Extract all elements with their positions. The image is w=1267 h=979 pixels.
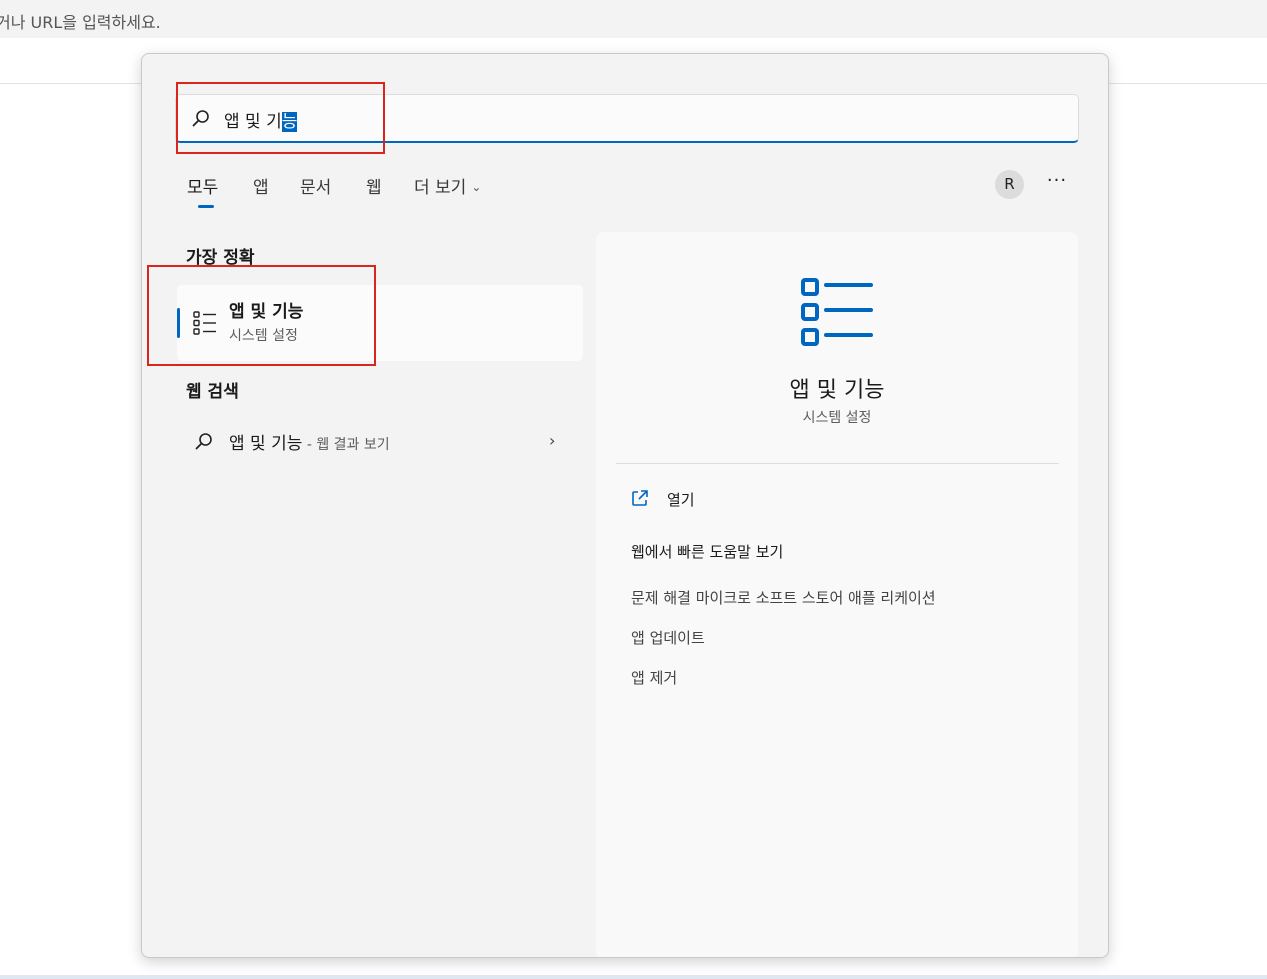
detail-divider xyxy=(616,463,1059,464)
tab-documents[interactable]: 문서 xyxy=(300,173,331,198)
web-search-suffix: - 웹 결과 보기 xyxy=(302,437,390,453)
chevron-right-icon: › xyxy=(549,431,556,450)
quick-link-uninstall[interactable]: 앱 제거 xyxy=(631,667,677,688)
highlight-box-search xyxy=(176,82,385,154)
web-search-heading: 웹 검색 xyxy=(186,382,239,402)
bottom-edge xyxy=(0,975,1267,979)
tab-apps[interactable]: 앱 xyxy=(253,173,269,198)
detail-pane: 앱 및 기능 시스템 설정 열기 웹에서 빠른 도움말 보기 문제 해결 마이크… xyxy=(596,232,1078,957)
tab-more[interactable]: 더 보기 ⌄ xyxy=(414,173,481,198)
search-panel: 앱 및 기능 모두 앱 문서 웹 더 보기 ⌄ R ··· 가장 정확 앱 및 기… xyxy=(141,53,1109,958)
tab-all-indicator xyxy=(198,205,214,208)
detail-title: 앱 및 기능 xyxy=(789,378,885,403)
detail-subtitle: 시스템 설정 xyxy=(802,410,872,426)
search-icon xyxy=(195,433,212,450)
quick-help-heading: 웹에서 빠른 도움말 보기 xyxy=(631,543,784,561)
web-search-query-text: 앱 및 기능 xyxy=(229,434,303,454)
browser-address-bar[interactable]: 거나 URL을 입력하세요. xyxy=(0,0,1267,38)
quick-link-update[interactable]: 앱 업데이트 xyxy=(631,627,705,648)
quick-link-troubleshoot[interactable]: 문제 해결 마이크로 소프트 스토어 애플 리케이션 xyxy=(631,587,936,608)
open-external-icon xyxy=(632,490,648,506)
tab-documents-label: 문서 xyxy=(300,178,332,198)
more-options-icon[interactable]: ··· xyxy=(1045,170,1069,198)
highlight-box-result xyxy=(147,265,376,366)
tab-web-label: 웹 xyxy=(366,178,382,198)
open-label: 열기 xyxy=(667,491,695,509)
tab-all[interactable]: 모두 xyxy=(187,173,218,198)
web-search-query: 앱 및 기능 - 웹 결과 보기 xyxy=(229,429,390,454)
tab-web[interactable]: 웹 xyxy=(366,173,382,198)
avatar[interactable]: R xyxy=(995,170,1024,199)
tab-apps-label: 앱 xyxy=(253,178,269,198)
web-search-result[interactable]: 앱 및 기능 - 웹 결과 보기 › xyxy=(177,419,583,463)
chevron-down-icon: ⌄ xyxy=(471,180,482,194)
tab-more-label: 더 보기 xyxy=(414,178,467,198)
list-icon xyxy=(801,278,873,346)
tab-all-label: 모두 xyxy=(187,178,219,198)
address-placeholder: 거나 URL을 입력하세요. xyxy=(0,13,161,32)
